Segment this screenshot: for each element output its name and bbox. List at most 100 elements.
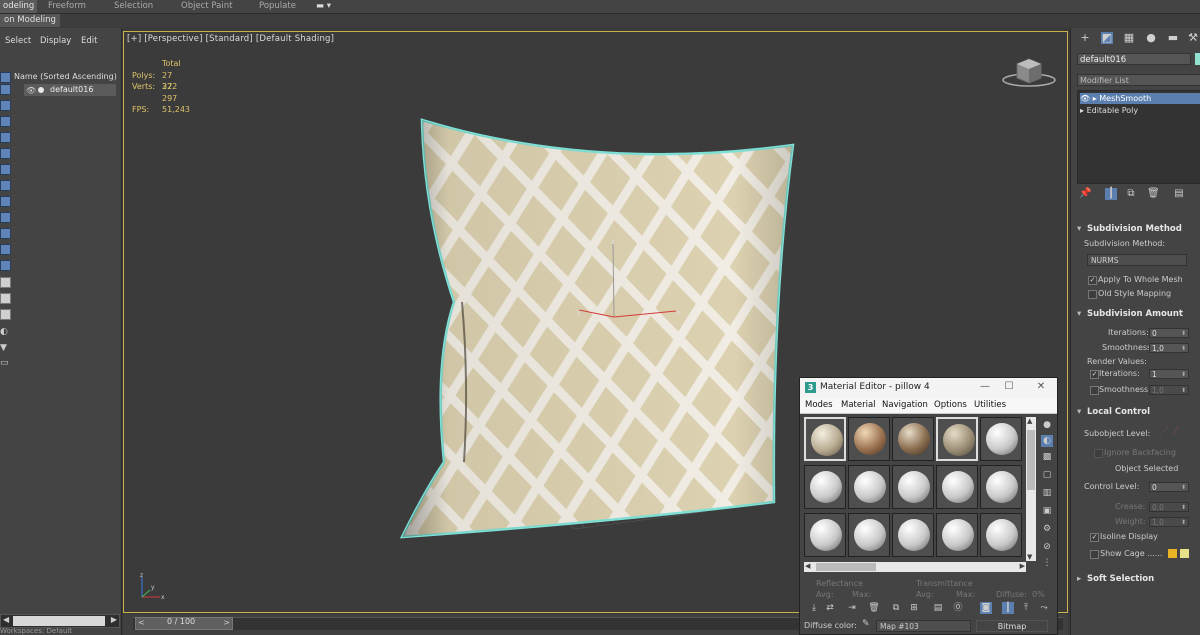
spinner-arrows-icon[interactable]: ⬍ bbox=[1181, 518, 1186, 528]
material-sample-slot[interactable] bbox=[804, 465, 846, 509]
spinner-arrows-icon[interactable]: ⬍ bbox=[1181, 329, 1186, 339]
video-color-check-icon[interactable]: ▥ bbox=[1041, 487, 1053, 499]
display-none-icon[interactable] bbox=[0, 293, 11, 304]
next-frame-icon[interactable]: > bbox=[223, 618, 230, 627]
make-preview-icon[interactable]: ▣ bbox=[1041, 505, 1053, 517]
material-sample-slot[interactable] bbox=[892, 513, 934, 557]
stack-eye-icon[interactable]: 👁 ▸ bbox=[1080, 94, 1099, 103]
ribbon-options-icon[interactable]: ▬ ▾ bbox=[316, 0, 331, 13]
find-icon[interactable]: ▭ bbox=[0, 358, 9, 368]
tab-selection[interactable]: Selection bbox=[114, 0, 153, 13]
spinner-arrows-icon[interactable]: ⬍ bbox=[1181, 370, 1186, 380]
minimize-icon[interactable]: — bbox=[978, 381, 992, 392]
object-color-swatch[interactable] bbox=[1195, 53, 1200, 65]
ignore-backfacing-checkbox[interactable] bbox=[1094, 449, 1103, 458]
backlight-icon[interactable]: ◐ bbox=[1041, 435, 1053, 447]
material-sample-slot[interactable] bbox=[936, 513, 978, 557]
filter-bones-icon[interactable] bbox=[0, 212, 11, 223]
material-sample-slot[interactable] bbox=[848, 417, 890, 461]
material-sample-slot[interactable] bbox=[980, 417, 1022, 461]
material-id-channel-icon[interactable]: ⓪ bbox=[952, 602, 964, 614]
show-cage-checkbox[interactable] bbox=[1090, 550, 1099, 559]
map-type-button[interactable]: Bitmap bbox=[976, 620, 1048, 632]
apply-whole-checkbox[interactable]: ✓ bbox=[1088, 276, 1097, 285]
scroll-left-icon[interactable]: ◀ bbox=[805, 562, 810, 570]
close-icon[interactable]: ✕ bbox=[1034, 381, 1048, 392]
object-name-field[interactable]: default016 bbox=[1077, 53, 1191, 65]
show-end-result-icon[interactable]: ┃ bbox=[1002, 602, 1014, 614]
rollout-local-control[interactable]: ▾ Local Control bbox=[1077, 406, 1200, 418]
spinner-arrows-icon[interactable]: ⬍ bbox=[1181, 503, 1186, 513]
filter-all-icon[interactable] bbox=[0, 72, 11, 83]
stack-item-meshsmooth[interactable]: 👁 ▸ MeshSmooth bbox=[1080, 93, 1200, 104]
motion-tab-icon[interactable]: ● bbox=[1145, 32, 1157, 44]
filter-xrefs-icon[interactable] bbox=[0, 196, 11, 207]
menu-navigation[interactable]: Navigation bbox=[882, 400, 928, 410]
hierarchy-tab-icon[interactable]: ▦ bbox=[1123, 32, 1135, 44]
options-icon[interactable]: ⚙ bbox=[1041, 523, 1053, 535]
menu-edit[interactable]: Edit bbox=[81, 36, 97, 46]
filter-containers-icon[interactable] bbox=[0, 228, 11, 239]
material-sample-slot[interactable] bbox=[980, 513, 1022, 557]
render-smoothness-spinner[interactable]: 1,0 ⬍ bbox=[1149, 385, 1189, 395]
sample-slots-hscrollbar[interactable]: ◀ ▶ bbox=[804, 562, 1026, 572]
menu-material[interactable]: Material bbox=[841, 400, 876, 410]
get-material-icon[interactable]: ⤓ bbox=[808, 602, 820, 614]
filter-shapes-icon[interactable] bbox=[0, 100, 11, 111]
filter-cameras-icon[interactable] bbox=[0, 132, 11, 143]
visibility-eye-icon[interactable]: 👁 bbox=[26, 86, 36, 95]
old-style-checkbox[interactable] bbox=[1088, 290, 1097, 299]
material-editor-titlebar[interactable]: 3 Material Editor - pillow 4 — ☐ ✕ bbox=[800, 378, 1057, 398]
material-sample-slot[interactable] bbox=[936, 465, 978, 509]
scroll-down-icon[interactable]: ▼ bbox=[1027, 553, 1032, 561]
make-unique-icon[interactable]: ⧉ bbox=[1125, 188, 1137, 200]
filter-frozen-icon[interactable] bbox=[0, 244, 11, 255]
spinner-arrows-icon[interactable]: ⬍ bbox=[1181, 344, 1186, 354]
material-sample-slot[interactable] bbox=[892, 417, 934, 461]
isoline-checkbox[interactable]: ✓ bbox=[1090, 533, 1099, 542]
edge-level-icon[interactable]: ⁄ bbox=[1175, 426, 1177, 437]
configure-sets-icon[interactable]: ▤ bbox=[1173, 188, 1185, 200]
spinner-arrows-icon[interactable]: ⬍ bbox=[1181, 483, 1186, 493]
sample-slots-vscrollbar[interactable]: ▲ ▼ bbox=[1026, 417, 1036, 561]
workspace-selector[interactable]: Workspaces: Default bbox=[0, 628, 120, 635]
reset-map-icon[interactable]: 🗑 bbox=[868, 602, 880, 614]
modify-tab-icon[interactable]: ◩ bbox=[1101, 32, 1113, 44]
material-sample-slot[interactable] bbox=[848, 465, 890, 509]
material-sample-slot[interactable] bbox=[804, 513, 846, 557]
rollout-soft-selection[interactable]: ▸ Soft Selection bbox=[1077, 573, 1200, 585]
cage-color-swatch[interactable] bbox=[1168, 549, 1177, 558]
explorer-hscrollbar[interactable]: ◀ ▶ bbox=[0, 614, 120, 628]
layer-icon[interactable]: ◐ bbox=[0, 327, 8, 337]
display-invert-icon[interactable] bbox=[0, 309, 11, 320]
create-tab-icon[interactable]: + bbox=[1079, 32, 1091, 44]
make-unique-icon[interactable]: ⊞ bbox=[908, 602, 920, 614]
rollout-subdivision-amount[interactable]: ▾ Subdivision Amount bbox=[1077, 308, 1200, 320]
vertex-level-icon[interactable]: ⋰ bbox=[1159, 426, 1169, 437]
remove-modifier-icon[interactable]: 🗑 bbox=[1147, 188, 1160, 200]
filter-hidden-icon[interactable] bbox=[0, 260, 11, 271]
menu-select[interactable]: Select bbox=[5, 36, 31, 46]
scroll-right-icon[interactable]: ▶ bbox=[111, 615, 117, 624]
go-forward-sibling-icon[interactable]: ⤳ bbox=[1038, 602, 1050, 614]
filter-helpers-icon[interactable] bbox=[0, 148, 11, 159]
tab-populate[interactable]: Populate bbox=[259, 0, 296, 13]
freeze-dot-icon[interactable] bbox=[38, 87, 44, 93]
filter-lights-icon[interactable] bbox=[0, 116, 11, 127]
control-level-spinner[interactable]: 0 ⬍ bbox=[1149, 482, 1189, 492]
show-end-result-icon[interactable]: ┃ bbox=[1105, 188, 1117, 200]
show-shaded-material-icon[interactable]: ◙ bbox=[980, 602, 992, 614]
smoothness-spinner[interactable]: 1,0 ⬍ bbox=[1149, 343, 1189, 353]
menu-display[interactable]: Display bbox=[40, 36, 71, 46]
menu-utilities[interactable]: Utilities bbox=[974, 400, 1006, 410]
material-sample-slot[interactable] bbox=[936, 417, 978, 461]
rollout-subdivision-method[interactable]: ▾ Subdivision Method bbox=[1077, 223, 1200, 235]
weight-spinner[interactable]: 1,0 ⬍ bbox=[1149, 517, 1189, 527]
sample-type-icon[interactable]: ● bbox=[1041, 419, 1053, 431]
crease-spinner[interactable]: 0,0 ⬍ bbox=[1149, 502, 1189, 512]
render-iterations-checkbox[interactable]: ✓ bbox=[1090, 370, 1099, 379]
scroll-up-icon[interactable]: ▲ bbox=[1027, 417, 1032, 425]
put-to-library-icon[interactable]: ▤ bbox=[932, 602, 944, 614]
menu-options[interactable]: Options bbox=[934, 400, 967, 410]
prev-frame-icon[interactable]: < bbox=[138, 618, 145, 627]
